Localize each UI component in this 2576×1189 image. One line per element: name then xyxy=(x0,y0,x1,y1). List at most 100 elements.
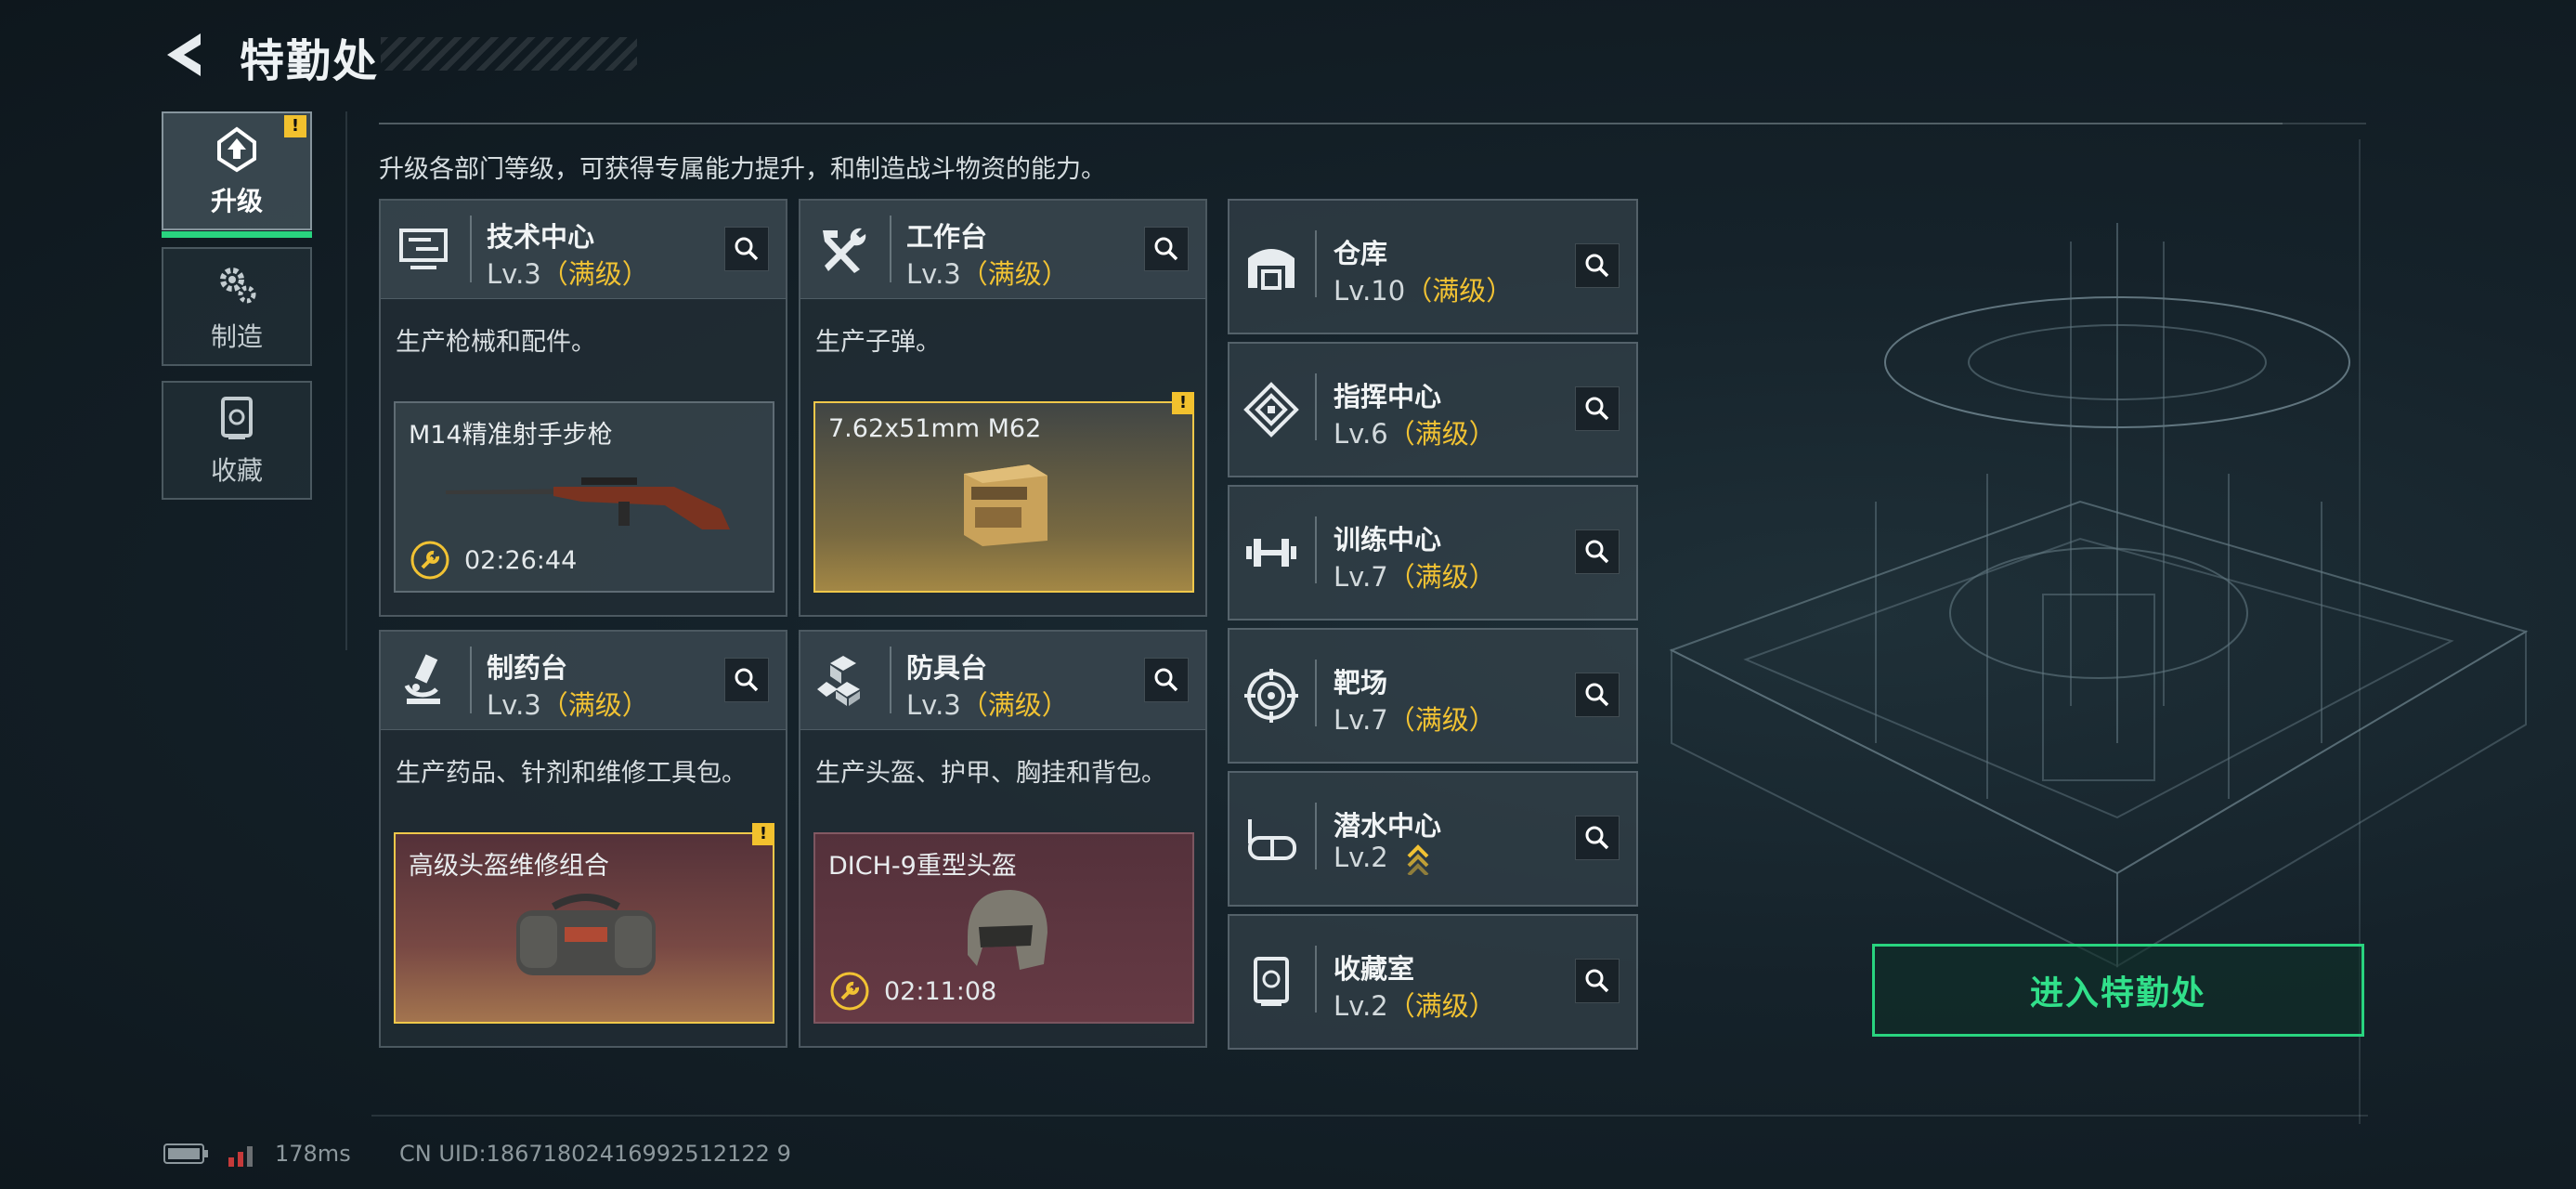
search-button[interactable] xyxy=(724,227,769,271)
card-header: 工作台 Lv.3（满级） xyxy=(800,201,1205,299)
facility-card-pharmacy[interactable]: 制药台 Lv.3（满级） 生产药品、针剂和维修工具包。 高级头盔维修组合 ! xyxy=(379,630,787,1048)
card-name: 制药台 xyxy=(487,652,568,684)
production-slot[interactable]: 高级头盔维修组合 xyxy=(394,832,774,1024)
max-level-label: （满级） xyxy=(1387,990,1496,1022)
card-separator xyxy=(890,216,891,282)
card-level: Lv.3（满级） xyxy=(906,684,1069,723)
facility-name: 收藏室 xyxy=(1334,953,1415,985)
card-separator xyxy=(470,647,472,713)
max-level-label: （满级） xyxy=(960,258,1069,290)
level-value: Lv.2 xyxy=(1334,990,1388,1022)
card-description: 生产子弹。 xyxy=(815,328,941,357)
production-slot[interactable]: DICH-9重型头盔 02:11:08 xyxy=(813,832,1194,1024)
search-button[interactable] xyxy=(1144,658,1189,702)
item-name: DICH-9重型头盔 xyxy=(828,852,1017,881)
dumbbell-icon xyxy=(1246,539,1296,567)
facility-name: 仓库 xyxy=(1334,238,1388,269)
level-value: Lv.2 xyxy=(1334,842,1388,873)
diving-mask-icon xyxy=(1248,819,1296,860)
facility-card-workbench[interactable]: 工作台 Lv.3（满级） 生产子弹。 7.62x51mm M62 ! xyxy=(799,199,1207,617)
facility-level: Lv.7（满级） xyxy=(1334,555,1496,594)
search-icon xyxy=(1585,969,1609,993)
card-separator xyxy=(470,216,472,282)
item-name: 高级头盔维修组合 xyxy=(409,852,609,881)
level-value: Lv.6 xyxy=(1334,418,1388,450)
rifle-image xyxy=(446,477,730,529)
tab-upgrade[interactable]: 升级 ! xyxy=(162,111,312,238)
title-decoration xyxy=(381,37,637,71)
facility-card-armor-bench[interactable]: 防具台 Lv.3（满级） 生产头盔、护甲、胸挂和背包。 DICH-9重型头盔 0… xyxy=(799,630,1207,1048)
search-button[interactable] xyxy=(1575,529,1620,574)
card-separator xyxy=(1315,373,1317,440)
level-value: Lv.7 xyxy=(1334,704,1388,736)
tab-label: 收藏 xyxy=(210,455,263,486)
level-value: Lv.7 xyxy=(1334,561,1388,593)
tab-craft[interactable]: 制造 xyxy=(162,247,312,366)
facility-level: Lv.2 xyxy=(1334,842,1430,877)
card-separator xyxy=(1315,660,1317,726)
gear-icon xyxy=(220,268,256,304)
search-button[interactable] xyxy=(1575,959,1620,1003)
search-icon xyxy=(1585,254,1609,278)
production-slot[interactable]: 7.62x51mm M62 xyxy=(813,401,1194,593)
facility-level: Lv.2（满级） xyxy=(1334,985,1496,1024)
intro-text: 升级各部门等级，可获得专属能力提升，和制造战斗物资的能力。 xyxy=(379,155,1106,184)
back-arrow-icon[interactable] xyxy=(160,28,214,82)
card-separator xyxy=(1315,516,1317,583)
card-separator xyxy=(1315,230,1317,297)
header-divider xyxy=(379,123,2283,124)
facility-row-training-center[interactable]: 训练中心 Lv.7（满级） xyxy=(1228,485,1638,621)
facility-name: 潜水中心 xyxy=(1334,810,1442,842)
card-header: 技术中心 Lv.3（满级） xyxy=(381,201,786,299)
upgrade-icon xyxy=(217,126,256,173)
facility-row-command-center[interactable]: 指挥中心 Lv.6（满级） xyxy=(1228,342,1638,477)
cubes-icon xyxy=(817,656,860,706)
facility-row-diving-center[interactable]: 潜水中心 Lv.2 xyxy=(1228,771,1638,907)
facility-name: 指挥中心 xyxy=(1334,381,1442,412)
wrench-icon xyxy=(410,541,449,580)
search-button[interactable] xyxy=(1144,227,1189,271)
battery-icon xyxy=(163,1143,208,1164)
search-button[interactable] xyxy=(1575,243,1620,288)
search-icon xyxy=(1585,397,1609,421)
production-timer: 02:11:08 xyxy=(828,968,996,1014)
search-button[interactable] xyxy=(1575,386,1620,431)
facility-row-shooting-range[interactable]: 靶场 Lv.7（满级） xyxy=(1228,628,1638,764)
search-icon xyxy=(1154,237,1178,261)
tab-collection[interactable]: 收藏 xyxy=(162,381,312,500)
level-value: Lv.3 xyxy=(487,258,541,290)
production-slot[interactable]: M14精准射手步枪 02:26:44 xyxy=(394,401,774,593)
hammer-wrench-icon xyxy=(823,228,866,273)
warehouse-icon xyxy=(1248,249,1295,290)
microscope-icon xyxy=(404,654,440,704)
facility-blueprint-art xyxy=(1669,223,2529,968)
search-icon xyxy=(735,668,759,692)
card-description: 生产药品、针剂和维修工具包。 xyxy=(396,759,747,788)
command-icon xyxy=(1243,382,1299,438)
collection-icon xyxy=(1254,957,1289,1006)
facility-level: Lv.10（满级） xyxy=(1334,269,1513,308)
level-value: Lv.3 xyxy=(906,258,961,290)
search-button[interactable] xyxy=(724,658,769,702)
card-description: 生产枪械和配件。 xyxy=(396,328,596,357)
search-button[interactable] xyxy=(1575,816,1620,860)
facility-row-warehouse[interactable]: 仓库 Lv.10（满级） xyxy=(1228,199,1638,334)
timer-text: 02:26:44 xyxy=(464,545,578,575)
facility-name: 靶场 xyxy=(1334,667,1388,699)
tab-label: 升级 xyxy=(210,186,263,216)
search-button[interactable] xyxy=(1575,673,1620,717)
production-timer: 02:26:44 xyxy=(409,537,577,583)
facility-level: Lv.7（满级） xyxy=(1334,699,1496,738)
card-description: 生产头盔、护甲、胸挂和背包。 xyxy=(815,759,1166,788)
facility-row-collection-room[interactable]: 收藏室 Lv.2（满级） xyxy=(1228,914,1638,1050)
card-level: Lv.3（满级） xyxy=(487,253,649,292)
hud-bottom-line xyxy=(371,1115,2368,1117)
facility-level: Lv.6（满级） xyxy=(1334,412,1496,451)
wrench-icon xyxy=(830,972,869,1011)
max-level-label: （满级） xyxy=(1405,275,1514,307)
tab-upgrade-warning-badge: ! xyxy=(284,115,306,137)
enter-special-ops-button[interactable]: 进入特勤处 xyxy=(1872,944,2364,1037)
search-icon xyxy=(1585,540,1609,564)
facility-card-tech-center[interactable]: 技术中心 Lv.3（满级） 生产枪械和配件。 M14精准射手步枪 02:26:4… xyxy=(379,199,787,617)
max-level-label: （满级） xyxy=(1387,418,1496,450)
